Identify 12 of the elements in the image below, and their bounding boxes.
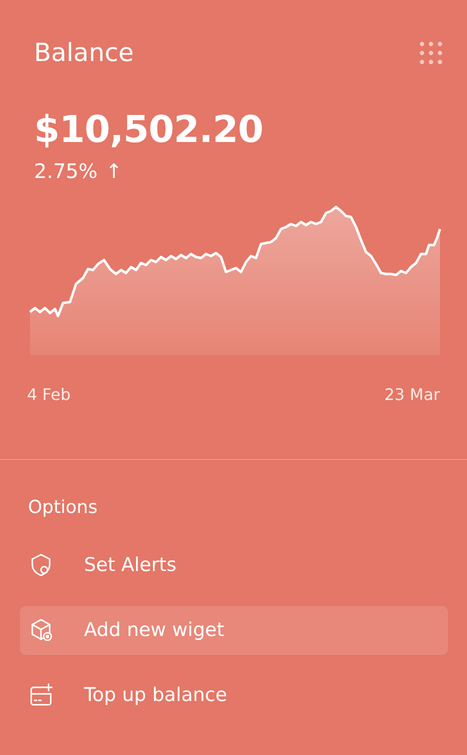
grid-menu-icon[interactable] bbox=[419, 40, 443, 65]
option-item[interactable]: Add new wiget bbox=[20, 606, 448, 655]
option-item[interactable]: Top up balance bbox=[20, 670, 448, 720]
option-item[interactable]: Set Alerts bbox=[20, 540, 448, 590]
card-title: Balance bbox=[34, 37, 134, 69]
axis-label: 23 Mar bbox=[384, 384, 440, 406]
card-icon bbox=[28, 682, 54, 708]
section-heading: Options bbox=[27, 496, 98, 520]
up-arrow-icon: ↑ bbox=[106, 156, 122, 186]
axis-label: 4 Feb bbox=[27, 384, 71, 406]
change-percent: 2.75% bbox=[34, 158, 98, 185]
balance-amount: $10,502.20 bbox=[34, 108, 264, 152]
